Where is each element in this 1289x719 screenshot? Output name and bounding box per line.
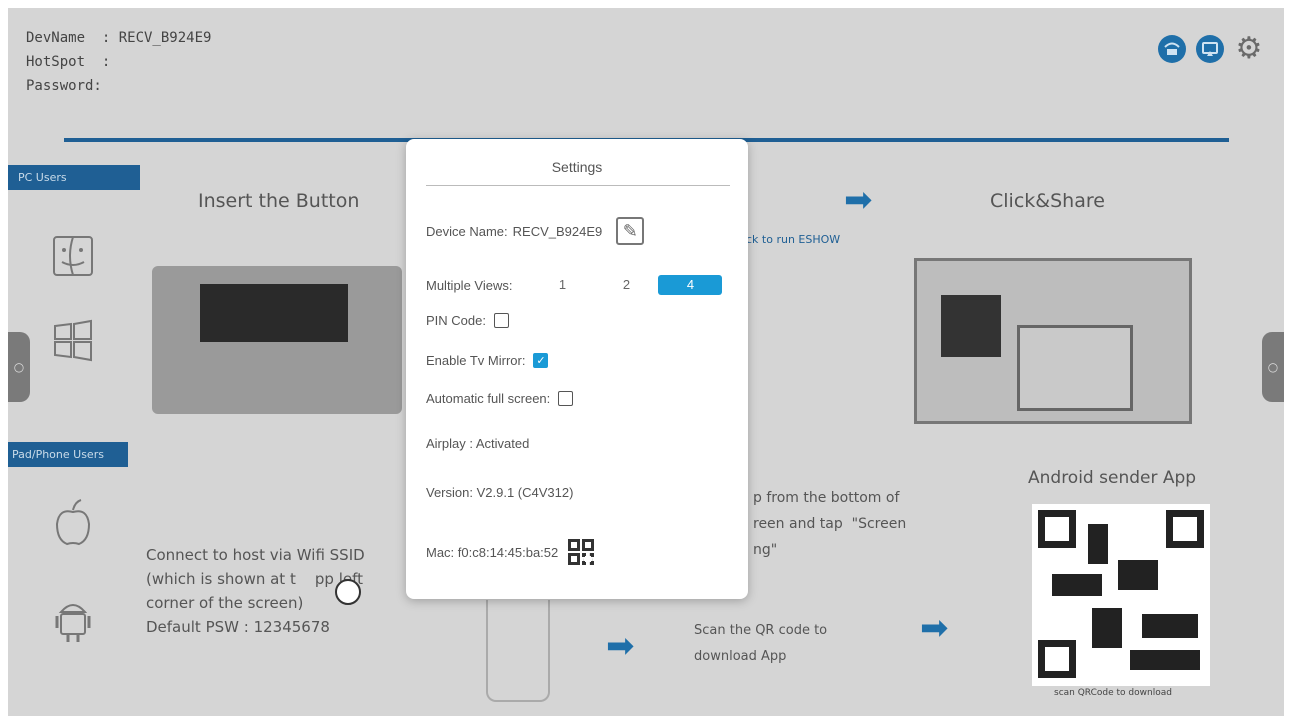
hotspot-line: HotSpot : xyxy=(26,54,111,70)
right-arrow-icon: ➡ xyxy=(844,180,873,220)
laptop-keyboard xyxy=(200,284,348,342)
views-option-2[interactable]: 2 xyxy=(594,275,658,295)
click-share-illustration xyxy=(914,258,1192,424)
pin-code-row: PIN Code: xyxy=(426,313,509,328)
step-click-share-title: Click&Share xyxy=(990,190,1105,212)
mac-address: Mac: f0:c8:14:45:ba:52 xyxy=(426,544,559,560)
auto-full-screen-row: Automatic full screen: xyxy=(426,391,574,406)
qr-code-icon[interactable] xyxy=(568,539,595,565)
multiple-views-row: Multiple Views: 1 2 4 xyxy=(426,275,723,295)
step-insert-title: Insert the Button xyxy=(198,190,360,212)
pin-code-label: PIN Code: xyxy=(426,313,486,328)
ios-instructions: p from the bottom of reen and tap "Scree… xyxy=(753,490,907,558)
right-arrow-icon: ➡ xyxy=(920,608,949,648)
scan-instructions: Scan the QR code to download App xyxy=(694,623,828,664)
mac-finder-icon xyxy=(48,234,98,287)
device-info: DevName : RECV_B924E9 HotSpot : Password… xyxy=(26,26,211,98)
laptop-screen-icon xyxy=(1017,325,1133,411)
tv-mirror-row: Enable Tv Mirror: ✓ xyxy=(426,353,549,368)
auto-full-screen-label: Automatic full screen: xyxy=(426,391,551,406)
right-arrow-icon: ➡ xyxy=(606,626,635,666)
tv-mirror-label: Enable Tv Mirror: xyxy=(426,353,526,368)
tv-mirror-checkbox[interactable]: ✓ xyxy=(533,353,549,368)
phone-outline xyxy=(486,600,550,702)
apple-icon xyxy=(48,498,98,557)
gear-icon[interactable]: ⚙ xyxy=(1234,34,1264,64)
settings-divider xyxy=(426,185,730,186)
cast-icon[interactable] xyxy=(1196,35,1224,63)
device-name-value: RECV_B924E9 xyxy=(512,223,603,239)
auto-full-screen-checkbox[interactable] xyxy=(558,391,574,406)
network-icon[interactable] xyxy=(1158,35,1186,63)
tab-pc-users[interactable]: PC Users xyxy=(8,165,140,190)
prev-page-arrow[interactable]: ○ xyxy=(8,332,30,402)
android-icon xyxy=(48,594,98,653)
mac-row: Mac: f0:c8:14:45:ba:52 xyxy=(426,539,595,565)
laptop-image xyxy=(152,266,402,414)
multiple-views-label: Multiple Views: xyxy=(426,277,513,293)
android-sender-title: Android sender App xyxy=(1028,468,1197,488)
settings-dialog: Settings Device Name: RECV_B924E9 ✎ Mult… xyxy=(406,139,748,599)
tab-pad-phone-users[interactable]: Pad/Phone Users xyxy=(8,442,128,467)
qr-caption: scan QRCode to download xyxy=(1054,688,1172,698)
views-segmented-control: 1 2 4 xyxy=(530,275,723,295)
version-text: Version: V2.9.1 (C4V312) xyxy=(426,485,574,500)
settings-title: Settings xyxy=(551,159,603,175)
edit-icon[interactable]: ✎ xyxy=(616,217,645,245)
touch-cursor xyxy=(335,579,361,605)
click-run-text: ck to run ESHOW xyxy=(746,233,841,246)
password-line: Password: xyxy=(26,78,102,94)
airplay-status: Airplay : Activated xyxy=(426,436,530,451)
windows-icon xyxy=(48,318,98,371)
top-toolbar: ⚙ xyxy=(1158,34,1264,64)
connect-instructions: Connect to host via Wifi SSID (which is … xyxy=(146,546,365,636)
android-qr-code[interactable] xyxy=(1032,504,1210,686)
device-name-label: Device Name: xyxy=(426,223,508,239)
views-option-4[interactable]: 4 xyxy=(658,275,723,295)
device-name-row: Device Name: RECV_B924E9 ✎ xyxy=(426,217,645,245)
chip-icon xyxy=(941,295,1001,357)
views-option-1[interactable]: 1 xyxy=(530,275,594,295)
pin-code-checkbox[interactable] xyxy=(493,313,509,328)
devname-line: DevName : RECV_B924E9 xyxy=(26,30,212,46)
next-page-arrow[interactable]: ○ xyxy=(1262,332,1284,402)
